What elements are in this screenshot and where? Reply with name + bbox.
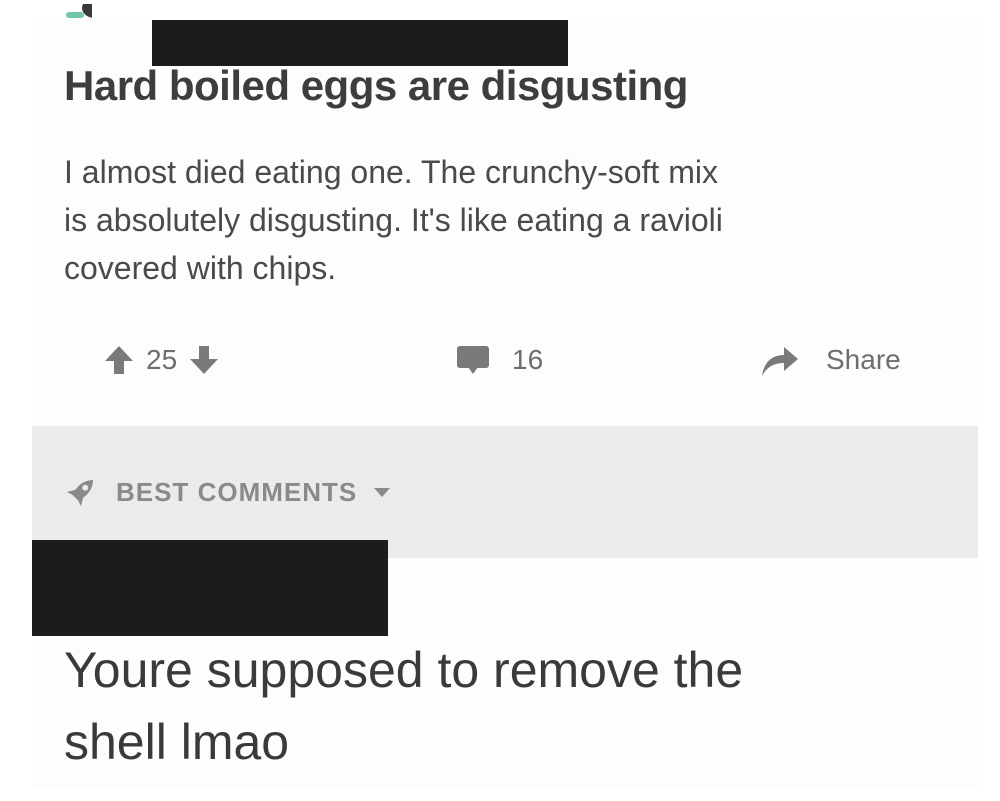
sort-label: BEST COMMENTS	[116, 476, 358, 507]
vote-count: 25	[146, 344, 178, 375]
speech-bubble-icon	[457, 346, 489, 374]
downvote-button[interactable]	[189, 344, 219, 376]
share-arrow-icon	[762, 347, 798, 376]
caret-down-icon	[374, 488, 391, 497]
redacted-commenter	[32, 540, 388, 636]
rocket-icon	[66, 479, 94, 507]
arrow-up-icon	[105, 346, 133, 374]
avatar[interactable]	[66, 4, 92, 20]
share-button[interactable]: Share	[760, 338, 901, 382]
vote-controls: 25	[104, 338, 219, 382]
comment-sort-dropdown[interactable]: BEST COMMENTS	[62, 472, 391, 512]
comment-text: Youre supposed to remove the shell lmao	[64, 642, 744, 770]
post-body: I almost died eating one. The crunchy-so…	[64, 154, 723, 286]
upvote-button[interactable]	[104, 344, 134, 376]
comments-button[interactable]: 16	[456, 338, 543, 382]
post-title[interactable]: Hard boiled eggs are disgusting	[64, 62, 688, 110]
arrow-down-icon	[190, 346, 219, 374]
comment-count: 16	[512, 344, 544, 375]
share-label: Share	[826, 344, 901, 375]
avatar-accent	[66, 12, 84, 18]
redacted-username	[152, 20, 568, 66]
